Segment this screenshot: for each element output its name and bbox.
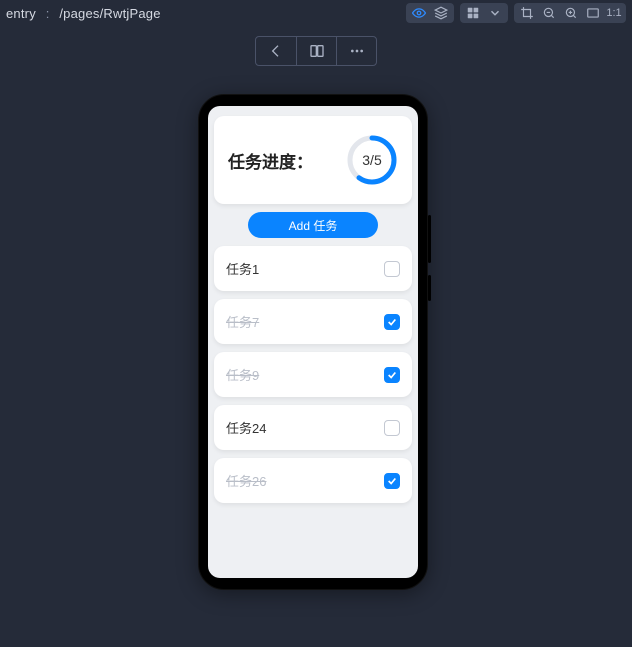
grid-icon[interactable] (462, 3, 484, 23)
task-name: 任务1 (226, 259, 259, 278)
breadcrumb-module: entry (6, 6, 36, 21)
task-row: 任务24 (214, 405, 412, 450)
breadcrumb: entry : /pages/RwtjPage (6, 6, 161, 21)
more-icon[interactable] (336, 37, 376, 65)
task-list: 任务1 任务7 任务9 任务24 任务26 (214, 246, 412, 503)
progress-label: 任务进度： (228, 148, 313, 173)
device-frame: 任务进度： 3/5 Add 任务 任务1 任务7 任务9 任务24 任务26 (198, 94, 428, 590)
task-row: 任务7 (214, 299, 412, 344)
back-icon[interactable] (256, 37, 296, 65)
split-view-icon[interactable] (296, 37, 336, 65)
task-checkbox[interactable] (384, 473, 400, 489)
task-row: 任务1 (214, 246, 412, 291)
breadcrumb-separator: : (46, 6, 50, 21)
layers-icon[interactable] (430, 3, 452, 23)
preview-controls-box (255, 36, 377, 66)
task-name: 任务24 (226, 418, 266, 437)
task-checkbox[interactable] (384, 420, 400, 436)
chevron-down-icon[interactable] (484, 3, 506, 23)
task-row: 任务26 (214, 458, 412, 503)
task-name: 任务7 (226, 312, 259, 331)
progress-fraction: 3/5 (346, 134, 398, 186)
preview-canvas: 任务进度： 3/5 Add 任务 任务1 任务7 任务9 任务24 任务26 (0, 26, 632, 647)
ide-topbar: entry : /pages/RwtjPage 1:1 (0, 0, 632, 26)
task-checkbox[interactable] (384, 314, 400, 330)
crop-icon[interactable] (516, 3, 538, 23)
progress-ring: 3/5 (346, 134, 398, 186)
breadcrumb-path: /pages/RwtjPage (59, 6, 160, 21)
add-task-button[interactable]: Add 任务 (248, 212, 378, 238)
zoom-in-icon[interactable] (560, 3, 582, 23)
fit-screen-icon[interactable] (582, 3, 604, 23)
eye-icon[interactable] (408, 3, 430, 23)
task-name: 任务26 (226, 471, 266, 490)
toolbar-group-zoom: 1:1 (514, 3, 626, 23)
task-checkbox[interactable] (384, 367, 400, 383)
toolbar-group-view (406, 3, 454, 23)
device-screen: 任务进度： 3/5 Add 任务 任务1 任务7 任务9 任务24 任务26 (208, 106, 418, 578)
toolbar-group-layout (460, 3, 508, 23)
progress-card: 任务进度： 3/5 (214, 116, 412, 204)
task-checkbox[interactable] (384, 261, 400, 277)
preview-controls (0, 26, 632, 76)
task-row: 任务9 (214, 352, 412, 397)
zoom-ratio[interactable]: 1:1 (604, 7, 624, 19)
zoom-out-icon[interactable] (538, 3, 560, 23)
task-name: 任务9 (226, 365, 259, 384)
